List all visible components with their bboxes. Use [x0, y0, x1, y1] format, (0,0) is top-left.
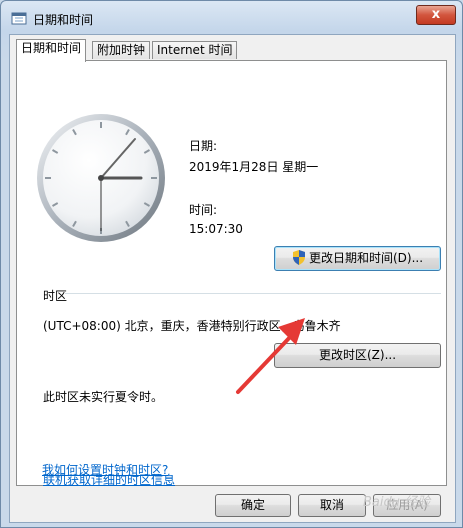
title-bar[interactable]: 日期和时间 x [1, 1, 462, 35]
close-button[interactable]: x [416, 5, 456, 25]
tab-internet-time[interactable]: Internet 时间 [152, 41, 238, 59]
tab-date-time[interactable]: 日期和时间 [16, 39, 87, 62]
date-value: 2019年1月28日 星期一 [189, 160, 319, 174]
window-title: 日期和时间 [33, 13, 94, 27]
timezone-section-label: 时区 [43, 289, 68, 303]
tab-additional-clocks[interactable]: 附加时钟 [92, 41, 151, 59]
uac-shield-icon [292, 250, 305, 265]
dst-note: 此时区未实行夏令时。 [43, 390, 164, 404]
timezone-separator [65, 293, 441, 294]
ok-button[interactable]: 确定 [215, 494, 291, 517]
date-label: 日期: [189, 139, 218, 153]
how-to-set-clock-link[interactable]: 我如何设置时钟和时区? [42, 461, 168, 478]
time-value: 15:07:30 [189, 222, 243, 236]
time-label: 时间: [189, 203, 218, 217]
change-date-time-label: 更改日期和时间(D)... [308, 251, 424, 265]
analog-clock [37, 114, 165, 242]
dialog-window: 日期和时间 x 日期和时间 附加时钟 Internet 时间 日期: 2019年… [0, 0, 463, 528]
change-timezone-button[interactable]: 更改时区(Z)... [274, 343, 441, 368]
cancel-button[interactable]: 取消 [298, 494, 366, 517]
tab-panel: 日期: 2019年1月28日 星期一 时间: 15:07:30 更改日期和时间(… [16, 60, 447, 487]
calendar-clock-icon [11, 12, 27, 25]
timezone-value: (UTC+08:00) 北京，重庆，香港特别行政区，乌鲁木齐 [43, 319, 341, 333]
watermark-text: Baidu 经验 [363, 495, 431, 510]
dialog-body: 日期和时间 附加时钟 Internet 时间 日期: 2019年1月28日 星期… [9, 34, 456, 523]
change-date-time-button[interactable]: 更改日期和时间(D)... [274, 246, 441, 271]
